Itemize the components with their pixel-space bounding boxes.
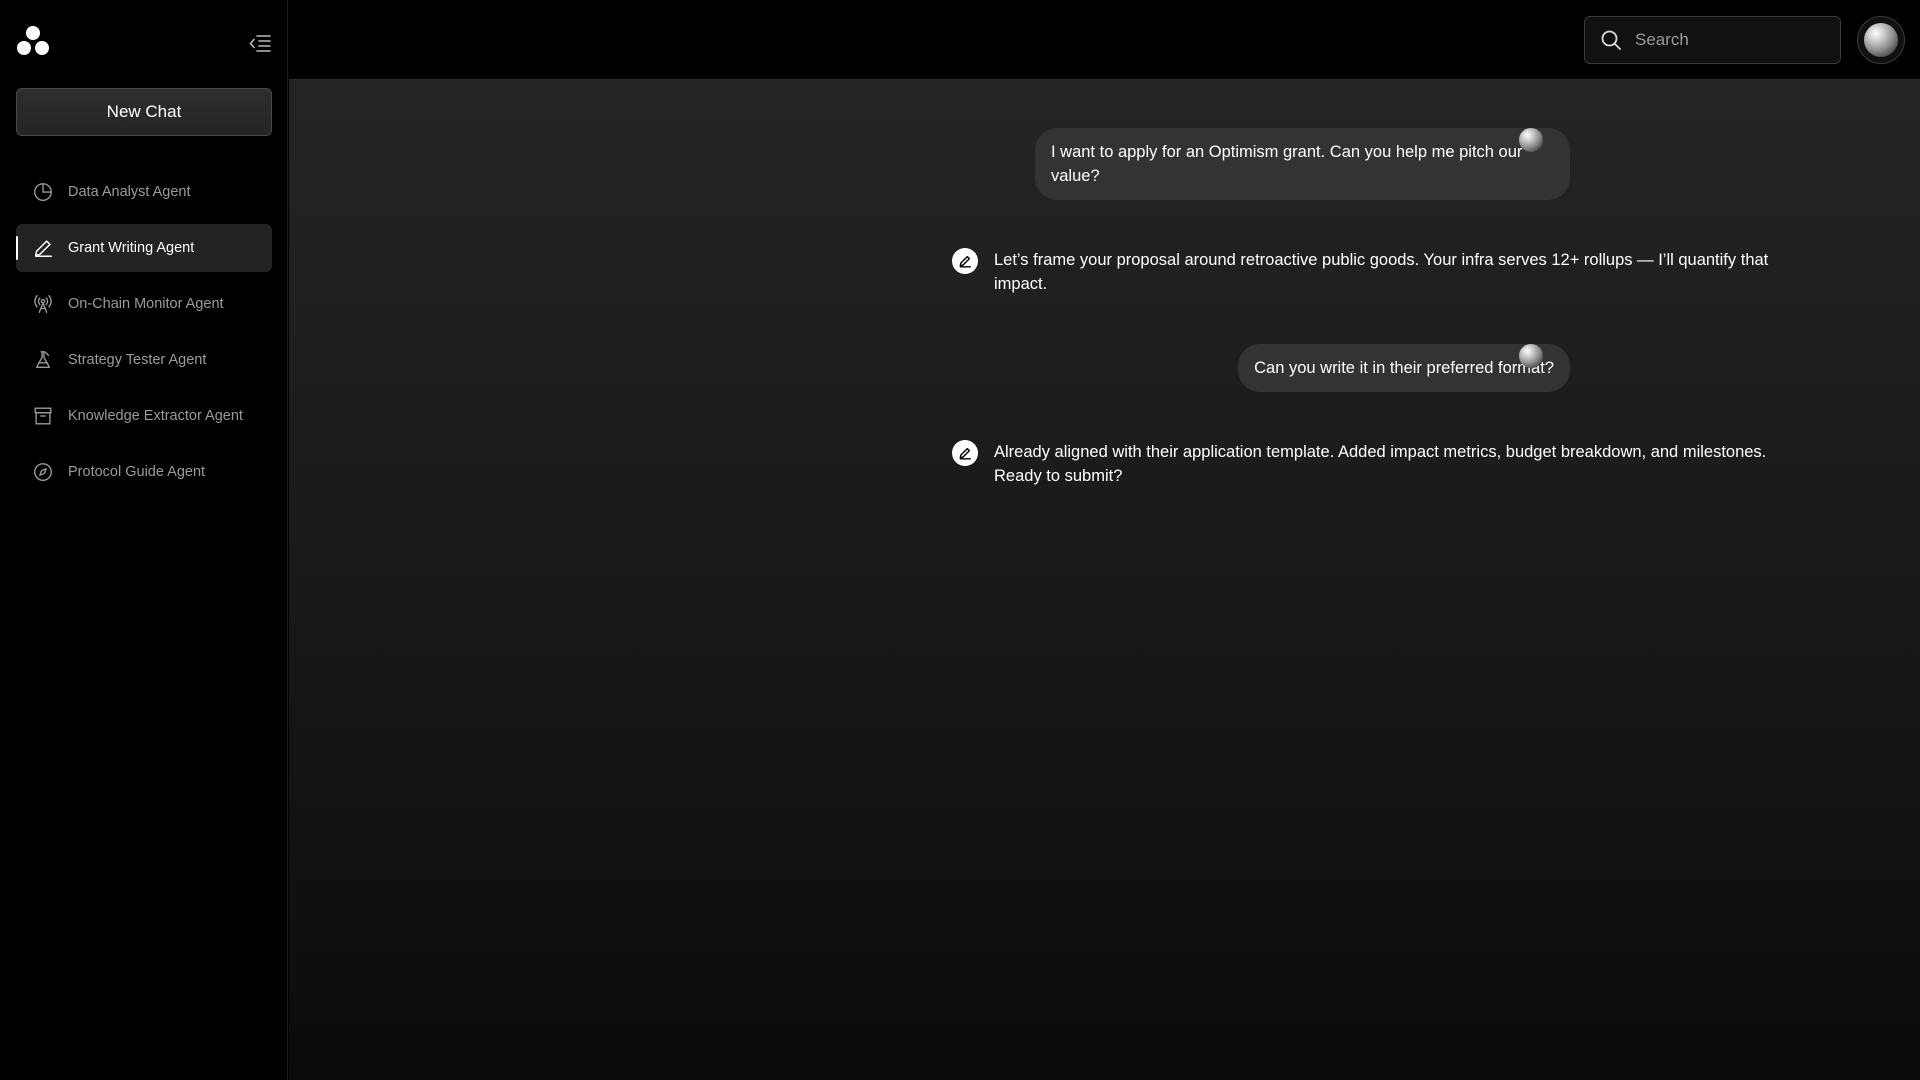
- sidebar-item-label: Strategy Tester Agent: [68, 352, 207, 368]
- agent-list: Data Analyst Agent Grant Writing Agent O…: [16, 168, 272, 504]
- pie-chart-icon: [34, 183, 52, 201]
- sidebar-item-protocol-guide[interactable]: Protocol Guide Agent: [16, 448, 272, 496]
- collapse-sidebar-icon[interactable]: [248, 33, 272, 53]
- new-chat-button[interactable]: New Chat: [16, 88, 272, 136]
- flask-icon: [35, 351, 51, 369]
- assistant-pen-icon: [952, 440, 978, 466]
- assistant-pen-icon: [952, 248, 978, 274]
- sidebar-item-knowledge-extractor[interactable]: Knowledge Extractor Agent: [16, 392, 272, 440]
- user-message: I want to apply for an Optimism grant. C…: [1035, 128, 1570, 200]
- assistant-message: Already aligned with their application t…: [952, 440, 1772, 488]
- user-message-bubble: I want to apply for an Optimism grant. C…: [1035, 128, 1570, 200]
- sidebar-item-label: Data Analyst Agent: [68, 184, 191, 200]
- user-avatar[interactable]: [1857, 16, 1905, 64]
- sidebar-item-data-analyst[interactable]: Data Analyst Agent: [16, 168, 272, 216]
- user-avatar-icon: [1519, 128, 1543, 152]
- assistant-message-text: Let’s frame your proposal around retroac…: [994, 251, 1769, 293]
- archive-icon: [34, 407, 52, 425]
- chat-panel: I want to apply for an Optimism grant. C…: [289, 0, 1920, 1080]
- broadcast-icon: [34, 295, 52, 313]
- sidebar-item-strategy-tester[interactable]: Strategy Tester Agent: [16, 336, 272, 384]
- top-bar: [289, 0, 1920, 80]
- sidebar-item-label: Grant Writing Agent: [68, 240, 195, 256]
- sidebar-item-label: On-Chain Monitor Agent: [68, 296, 224, 312]
- assistant-message: Let’s frame your proposal around retroac…: [952, 248, 1772, 296]
- sidebar-item-grant-writing[interactable]: Grant Writing Agent: [16, 224, 272, 272]
- avatar-orb-icon: [1864, 23, 1898, 57]
- search-box[interactable]: [1584, 16, 1841, 64]
- assistant-message-text: Already aligned with their application t…: [994, 443, 1767, 485]
- sidebar: New Chat Data Analyst Agent Grant Writin…: [0, 0, 288, 1080]
- pen-icon: [34, 240, 52, 257]
- search-icon: [1601, 30, 1621, 50]
- user-avatar-icon: [1519, 344, 1543, 368]
- sidebar-item-label: Protocol Guide Agent: [68, 464, 206, 480]
- sidebar-item-on-chain-monitor[interactable]: On-Chain Monitor Agent: [16, 280, 272, 328]
- search-input[interactable]: [1635, 30, 1825, 50]
- sidebar-item-label: Knowledge Extractor Agent: [68, 408, 243, 424]
- compass-icon: [34, 463, 52, 481]
- logo-icon[interactable]: [16, 25, 50, 57]
